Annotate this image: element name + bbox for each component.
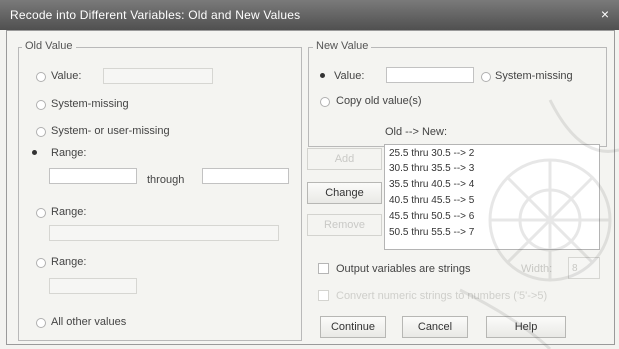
window-title: Recode into Different Variables: Old and… [10, 8, 301, 22]
close-icon[interactable]: × [597, 6, 613, 22]
range-highest-radio[interactable] [36, 258, 46, 268]
all-other-values-radio[interactable] [36, 318, 46, 328]
output-strings-checkbox[interactable] [318, 263, 329, 274]
add-button[interactable]: Add [307, 148, 382, 170]
through-label: through [147, 174, 185, 186]
continue-button[interactable]: Continue [320, 316, 386, 338]
range-lowest-input[interactable] [49, 225, 279, 241]
range-highest-input[interactable] [49, 278, 137, 294]
range-end-input[interactable] [202, 168, 289, 184]
range-label: Range: [51, 147, 87, 159]
new-value-radio[interactable] [318, 71, 328, 81]
old-value-input[interactable] [103, 68, 213, 84]
remove-button[interactable]: Remove [307, 214, 382, 236]
watermark-ornament-icon [459, 99, 619, 349]
range-radio[interactable] [30, 148, 40, 158]
system-or-user-missing-label: System- or user-missing [51, 125, 170, 137]
range-start-input[interactable] [49, 168, 137, 184]
system-missing-radio[interactable] [36, 100, 46, 110]
recode-dialog: Recode into Different Variables: Old and… [0, 0, 619, 349]
new-value-label: Value: [334, 70, 365, 82]
system-or-user-missing-radio[interactable] [36, 127, 46, 137]
copy-old-values-radio[interactable] [320, 97, 330, 107]
old-value-legend: Old Value [22, 40, 76, 52]
new-value-input-text [387, 73, 390, 84]
range-start-value [50, 174, 53, 185]
old-value-radio[interactable] [36, 72, 46, 82]
range-lowest-radio[interactable] [36, 208, 46, 218]
range-end-value [203, 174, 206, 185]
change-button[interactable]: Change [307, 182, 382, 204]
old-value-group [18, 47, 302, 341]
all-other-values-label: All other values [51, 316, 127, 328]
convert-numeric-checkbox[interactable] [318, 290, 329, 301]
new-value-legend: New Value [313, 40, 372, 52]
title-bar[interactable]: Recode into Different Variables: Old and… [0, 0, 619, 30]
system-missing-label: System-missing [51, 98, 129, 110]
old-value-label: Value: [51, 70, 82, 82]
range-highest-label: Range: [51, 256, 87, 268]
copy-old-values-label: Copy old value(s) [336, 95, 422, 107]
range-lowest-label: Range: [51, 206, 87, 218]
